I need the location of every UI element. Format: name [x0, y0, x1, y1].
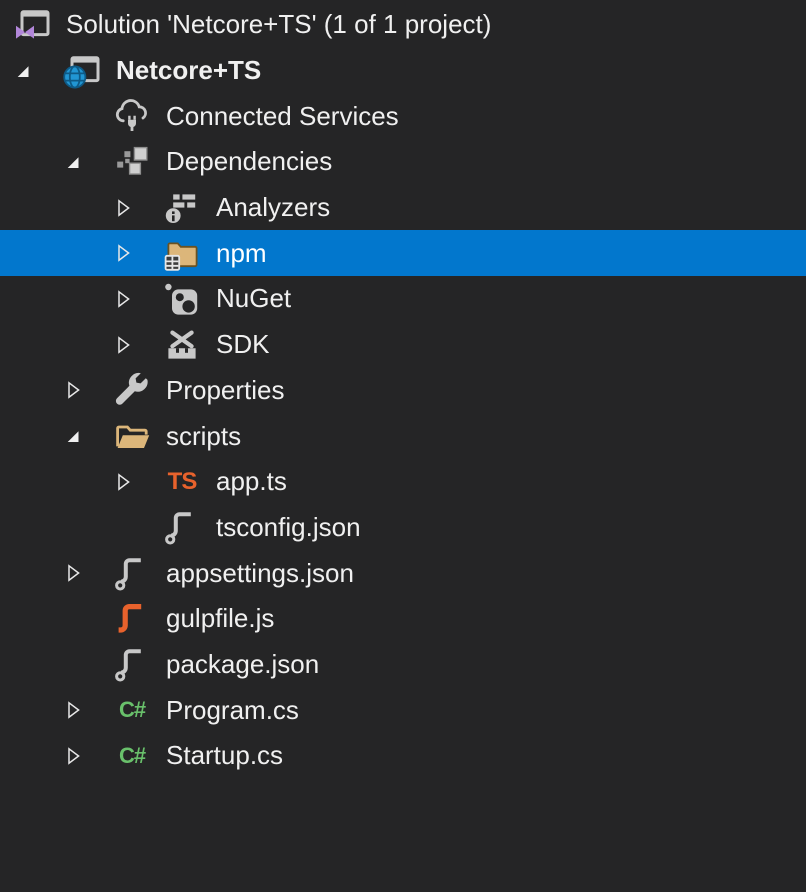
tree-item-startup-cs[interactable]: C# Startup.cs [0, 733, 806, 779]
tree-item-scripts[interactable]: scripts [0, 413, 806, 459]
tree-item-netcore-ts[interactable]: Netcore+TS [0, 48, 806, 94]
tree-item-label: app.ts [216, 466, 287, 497]
dependencies-icon [110, 140, 154, 184]
tree-item-gulpfile-js[interactable]: gulpfile.js [0, 596, 806, 642]
tree-item-label: package.json [166, 649, 319, 680]
chevron-collapsed-icon[interactable] [110, 185, 160, 231]
expander-spacer [110, 505, 160, 551]
tree-item-label: NuGet [216, 283, 291, 314]
expander-spacer [60, 93, 110, 139]
tree-item-label: Dependencies [166, 146, 332, 177]
connected-services-icon [110, 94, 154, 138]
tree-item-program-cs[interactable]: C# Program.cs [0, 687, 806, 733]
solution-explorer-tree: Solution 'Netcore+TS' (1 of 1 project) N… [0, 0, 806, 779]
tree-item-label: SDK [216, 329, 269, 360]
tree-item-tsconfig-json[interactable]: tsconfig.json [0, 505, 806, 551]
js-file-icon [110, 597, 154, 641]
chevron-expanded-icon[interactable] [60, 413, 110, 459]
chevron-collapsed-icon[interactable] [110, 459, 160, 505]
analyzers-icon [160, 186, 204, 230]
chevron-expanded-icon[interactable] [60, 139, 110, 185]
tree-item-dependencies[interactable]: Dependencies [0, 139, 806, 185]
json-file-icon [110, 642, 154, 686]
tree-item-label: Program.cs [166, 695, 299, 726]
tree-item-label: gulpfile.js [166, 603, 274, 634]
expander-spacer [60, 642, 110, 688]
chevron-collapsed-icon[interactable] [60, 550, 110, 596]
solution-icon [10, 3, 54, 47]
web-project-icon [60, 49, 104, 93]
tree-item-label: Solution 'Netcore+TS' (1 of 1 project) [66, 9, 491, 40]
tree-item-solution-netcore-ts-1-of-1-project[interactable]: Solution 'Netcore+TS' (1 of 1 project) [0, 2, 806, 48]
tree-item-package-json[interactable]: package.json [0, 642, 806, 688]
tree-item-app-ts[interactable]: TS app.ts [0, 459, 806, 505]
tree-item-analyzers[interactable]: Analyzers [0, 185, 806, 231]
tree-item-nuget[interactable]: NuGet [0, 276, 806, 322]
tree-item-properties[interactable]: Properties [0, 368, 806, 414]
tree-item-npm[interactable]: npm [0, 230, 806, 276]
tree-item-sdk[interactable]: SDK [0, 322, 806, 368]
tree-item-appsettings-json[interactable]: appsettings.json [0, 550, 806, 596]
ts-file-icon: TS [160, 460, 204, 504]
chevron-expanded-icon[interactable] [10, 48, 60, 94]
tree-item-label: Connected Services [166, 101, 399, 132]
json-file-icon [160, 505, 204, 549]
chevron-collapsed-icon[interactable] [110, 230, 160, 276]
tree-item-label: Properties [166, 375, 285, 406]
tree-item-connected-services[interactable]: Connected Services [0, 93, 806, 139]
tree-item-label: Analyzers [216, 192, 330, 223]
npm-folder-icon [160, 231, 204, 275]
wrench-icon [110, 368, 154, 412]
chevron-collapsed-icon[interactable] [60, 733, 110, 779]
tree-item-label: tsconfig.json [216, 512, 361, 543]
tree-item-label: Startup.cs [166, 740, 283, 771]
chevron-collapsed-icon[interactable] [60, 687, 110, 733]
sdk-icon [160, 323, 204, 367]
chevron-collapsed-icon[interactable] [60, 368, 110, 414]
nuget-icon [160, 277, 204, 321]
tree-item-label: npm [216, 238, 267, 269]
chevron-collapsed-icon[interactable] [110, 276, 160, 322]
csharp-file-icon: C# [110, 688, 154, 732]
tree-item-label: appsettings.json [166, 558, 354, 589]
folder-open-icon [110, 414, 154, 458]
csharp-file-icon: C# [110, 734, 154, 778]
expander-spacer [60, 596, 110, 642]
tree-item-label: scripts [166, 421, 241, 452]
tree-item-label: Netcore+TS [116, 55, 261, 86]
json-file-icon [110, 551, 154, 595]
chevron-collapsed-icon[interactable] [110, 322, 160, 368]
